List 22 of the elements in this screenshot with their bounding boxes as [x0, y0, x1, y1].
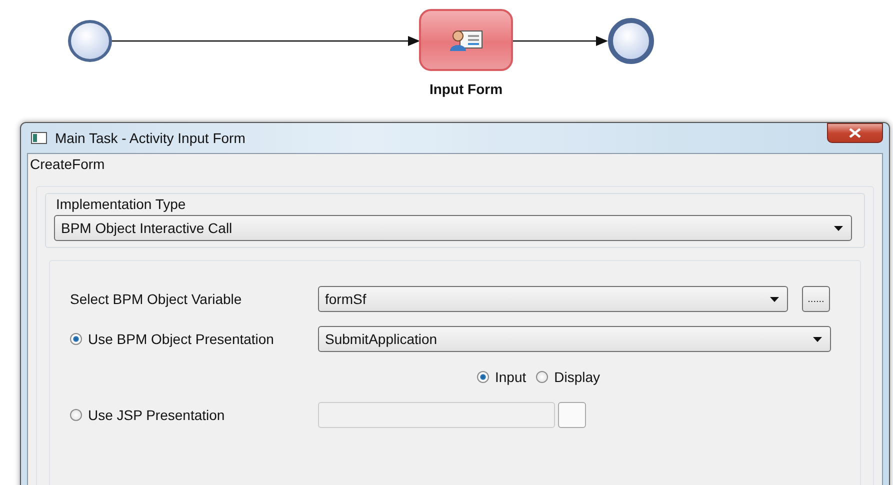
field-label: Select BPM Object Variable: [70, 291, 243, 307]
task-node[interactable]: [419, 9, 513, 71]
variable-dropdown[interactable]: formSf: [318, 286, 788, 312]
section-title: CreateForm: [29, 155, 106, 172]
close-icon: [849, 128, 861, 138]
browse-button[interactable]: ......: [802, 286, 830, 312]
caret-icon: [770, 296, 779, 302]
group-label: Implementation Type: [56, 195, 187, 214]
browse-button[interactable]: [558, 402, 586, 428]
presentation-dropdown[interactable]: SubmitApplication: [318, 326, 831, 352]
radio-button[interactable]: Display: [536, 369, 600, 385]
end-event-circle: [608, 18, 654, 64]
window-icon: [31, 132, 47, 144]
radio-button[interactable]: Use BPM Object Presentation: [70, 331, 318, 347]
task-label: Input Form: [428, 81, 504, 97]
caret-icon: [834, 226, 843, 230]
window-title: Main Task - Activity Input Form: [55, 130, 246, 146]
start-event-circle: [68, 20, 112, 62]
close-button[interactable]: [827, 123, 883, 143]
caret-icon: [813, 336, 822, 342]
radio-button[interactable]: Input: [477, 369, 526, 385]
implementation-type-dropdown[interactable]: BPM Object Interactive Call: [54, 215, 852, 241]
